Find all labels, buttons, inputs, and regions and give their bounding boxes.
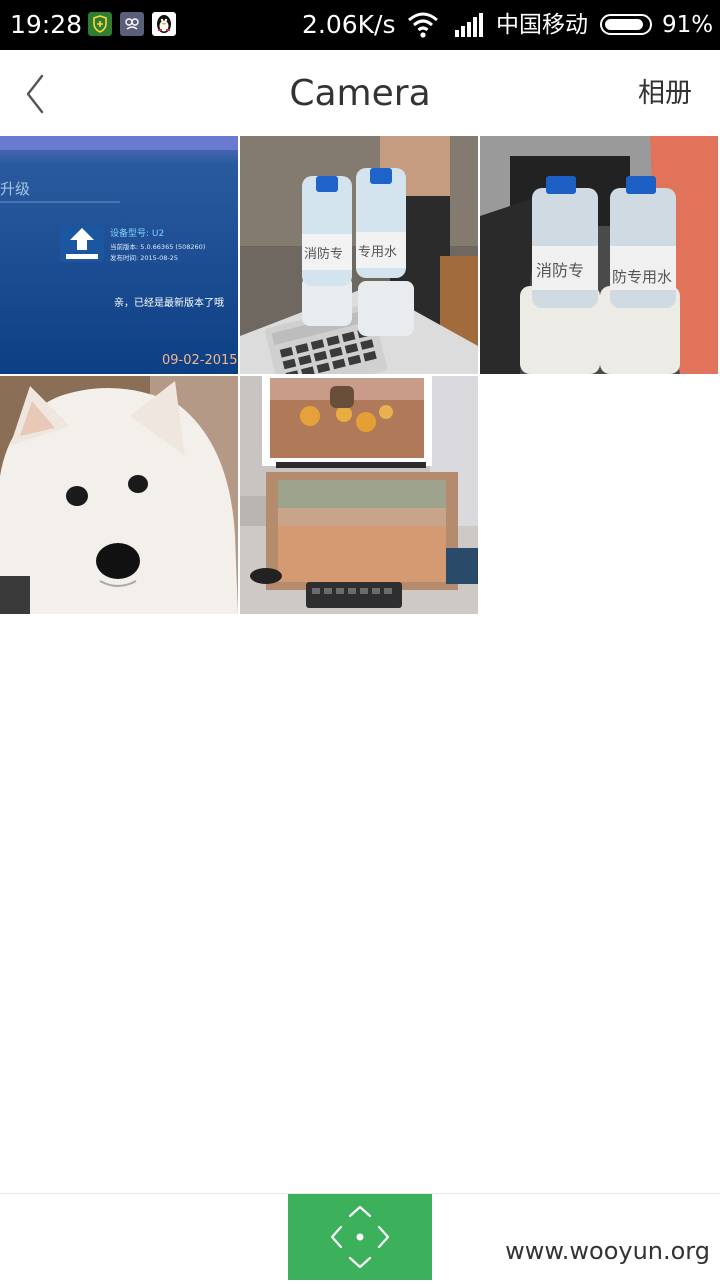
photo-timestamp: 09-02-2015 xyxy=(162,353,238,368)
version-text: 当前版本: 5.0.66365 (508260) xyxy=(110,242,205,251)
release-date-text: 发布时间: 2015-08-25 xyxy=(110,253,178,262)
device-model-text: 设备型号: U2 xyxy=(110,227,164,239)
watermark-text: www.wooyun.org xyxy=(505,1237,710,1265)
bottle-label-4: 防专用水 xyxy=(612,268,672,286)
photo-painting-easel[interactable] xyxy=(240,376,478,614)
upgrade-label: 升级 xyxy=(0,180,30,198)
photo-water-bottles-calculator[interactable]: 消防专 专用水 xyxy=(240,136,478,374)
app-bar: Camera 相册 xyxy=(0,50,720,136)
signal-icon xyxy=(454,12,486,42)
photo-upgrade-screen[interactable]: 升级 设备型号: U2 当前版本: 5.0.66365 (508260) 发布时… xyxy=(0,136,238,374)
photo-white-dog[interactable] xyxy=(0,376,238,614)
bottle-label-3: 消防专 xyxy=(536,261,584,280)
bottle-label-2: 专用水 xyxy=(358,245,397,260)
battery-level xyxy=(605,19,643,30)
wifi-icon xyxy=(406,11,440,43)
move-control-button[interactable] xyxy=(288,1194,432,1280)
app-icon xyxy=(120,12,144,36)
shield-icon xyxy=(88,12,112,36)
battery-icon xyxy=(600,14,652,35)
latest-version-text: 亲，已经是最新版本了哦 xyxy=(114,296,224,309)
album-button[interactable]: 相册 xyxy=(638,74,692,114)
page-title: Camera xyxy=(289,73,431,114)
status-time: 19:28 xyxy=(10,10,83,39)
battery-percent: 91% xyxy=(662,12,714,38)
move-arrows-icon xyxy=(288,1194,432,1280)
photo-water-bottles-closeup[interactable]: 消防专 防专用水 xyxy=(480,136,718,374)
qq-penguin-icon xyxy=(152,12,176,36)
status-bar: 19:28 2.06K/s 中国移动 91% xyxy=(0,0,720,50)
network-speed: 2.06K/s xyxy=(302,10,396,39)
carrier-name: 中国移动 xyxy=(496,12,588,38)
bottle-label-1: 消防专 xyxy=(304,246,343,262)
